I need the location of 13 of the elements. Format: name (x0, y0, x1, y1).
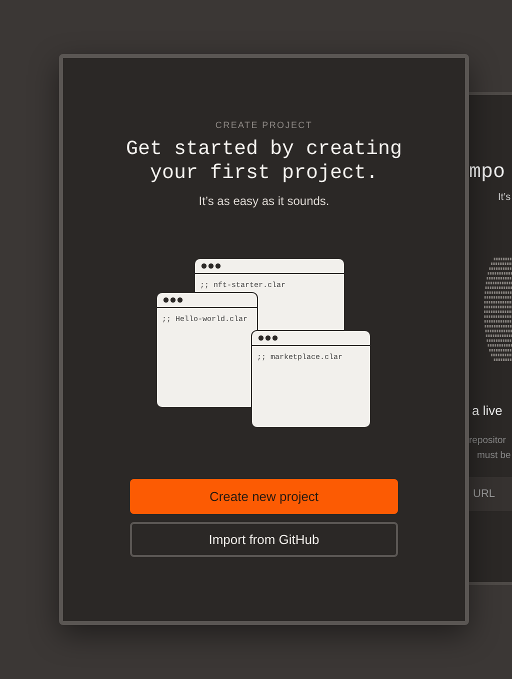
window-dots-icon (201, 263, 221, 269)
description-line: must be (477, 450, 511, 461)
eyebrow-label: CREATE PROJECT (215, 120, 313, 130)
window-dots-icon (258, 335, 278, 341)
create-project-button[interactable]: Create new project (130, 479, 398, 514)
window-dots-icon (163, 297, 183, 303)
card-subtitle: It’s as easy as it sounds. (198, 194, 330, 208)
card-heading: a live (472, 403, 502, 418)
import-button[interactable]: Import from GitHub (130, 522, 398, 557)
card-title: mpo (469, 161, 506, 184)
description-line: repositor (469, 435, 506, 446)
card-title: Get started by creating your first project. (124, 138, 404, 186)
card-subtitle: It’s (498, 192, 511, 203)
